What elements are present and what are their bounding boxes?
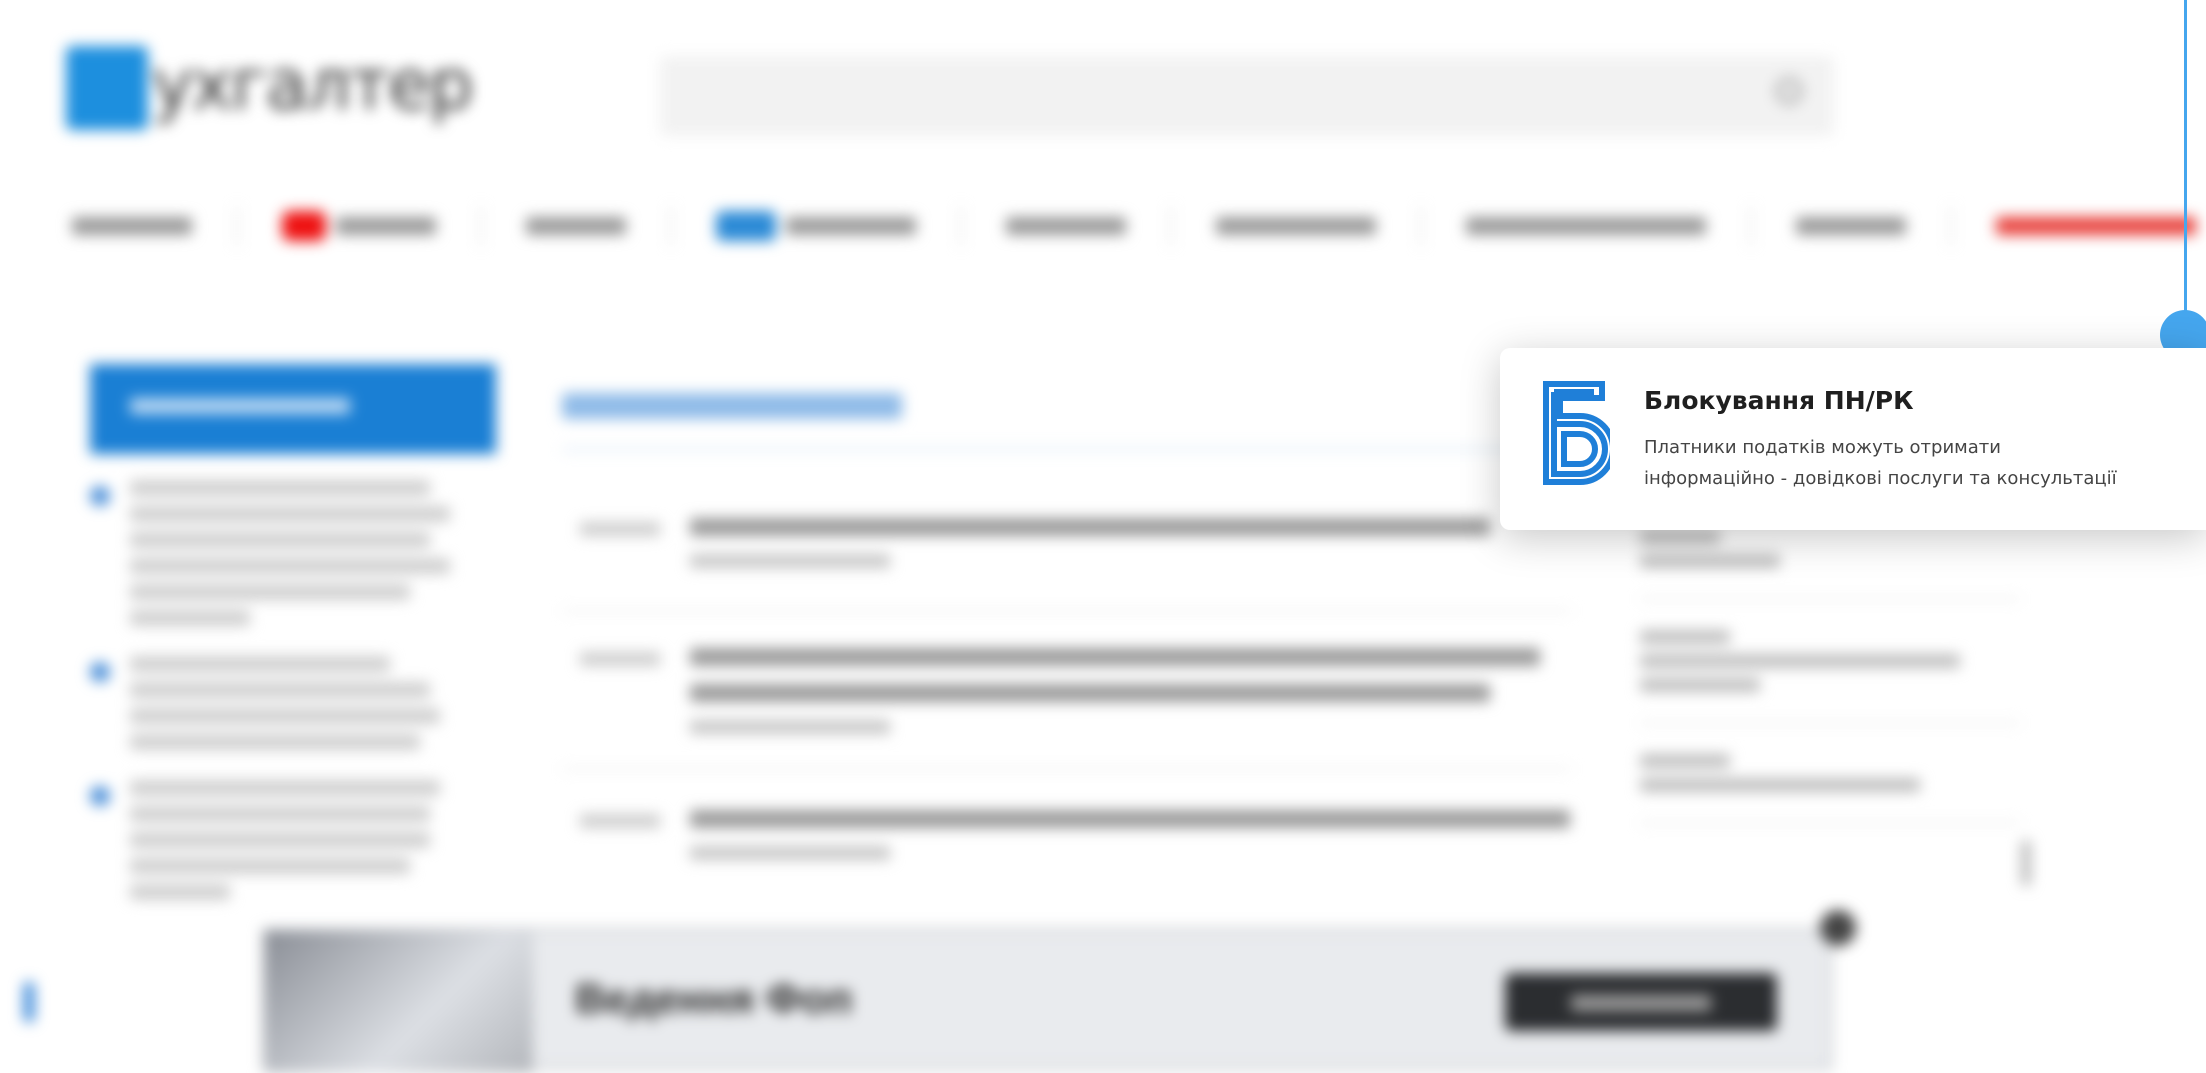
sidebar-news-list [90, 470, 500, 930]
ad-photo [265, 931, 533, 1073]
notification-line-2: інформаційно - довідкові послуги та конс… [1644, 468, 2117, 489]
video-icon [282, 211, 326, 241]
main-nav [72, 206, 2206, 246]
bullet-icon [90, 486, 110, 506]
search-input[interactable] [680, 78, 1744, 116]
ad-title: Ведення Фоп [575, 975, 853, 1022]
latest-news-title [562, 384, 902, 429]
close-icon[interactable] [1820, 910, 1856, 946]
search-icon[interactable] [1776, 78, 1802, 104]
divider [562, 610, 1572, 612]
divider [562, 768, 1572, 770]
nav-separator [670, 206, 672, 246]
nav-item-legislation[interactable] [1466, 217, 1706, 235]
right-list-item[interactable] [1640, 724, 2020, 824]
nav-item-budget[interactable] [716, 211, 916, 241]
notification-line-1: Платники податків можуть отримати [1644, 437, 2001, 458]
logo-mark-icon [66, 46, 148, 130]
site-logo[interactable]: ухгалтер [66, 38, 474, 138]
nav-separator [1420, 206, 1422, 246]
nav-separator [480, 206, 482, 246]
scrollbar[interactable] [2022, 840, 2030, 886]
list-item[interactable] [90, 656, 500, 750]
title-underline [562, 448, 1572, 451]
notification-title: Блокування ПН/РК [1644, 386, 1914, 415]
blurred-background-page: ухгалтер Ведення Фоп [0, 0, 2206, 1073]
list-item[interactable] [90, 780, 500, 900]
letter-b-icon [1543, 381, 1610, 485]
timeline-line [2184, 0, 2187, 318]
nav-item-forum[interactable] [1796, 217, 1906, 235]
nav-separator [960, 206, 962, 246]
nav-separator [1950, 206, 1952, 246]
ad-banner[interactable]: Ведення Фоп [262, 928, 1832, 1073]
nav-separator [1170, 206, 1172, 246]
right-list-item[interactable] [1640, 600, 2020, 724]
nav-item-reference[interactable] [1216, 217, 1376, 235]
nav-item-video[interactable] [282, 211, 436, 241]
notification-body: Платники податків можуть отримати інформ… [1644, 432, 2184, 494]
budget-icon [716, 211, 776, 241]
bullet-icon [90, 662, 110, 682]
bullet-icon [90, 786, 110, 806]
scroll-left-icon[interactable] [24, 982, 34, 1022]
list-item[interactable] [90, 480, 500, 626]
nav-item-subscribe[interactable] [1996, 217, 2196, 235]
logo-wordmark: ухгалтер [152, 44, 474, 126]
ad-cta-button[interactable] [1505, 973, 1777, 1031]
nav-item-forms[interactable] [1006, 217, 1126, 235]
nav-separator [1750, 206, 1752, 246]
sidebar-header-button[interactable] [90, 364, 496, 454]
nav-separator [236, 206, 238, 246]
nav-item-articles[interactable] [526, 217, 626, 235]
nav-item-news[interactable] [72, 217, 192, 235]
notification-card[interactable]: Блокування ПН/РК Платники податків можут… [1500, 348, 2206, 530]
right-sidebar [1640, 500, 2020, 824]
search-bar[interactable] [660, 56, 1834, 136]
